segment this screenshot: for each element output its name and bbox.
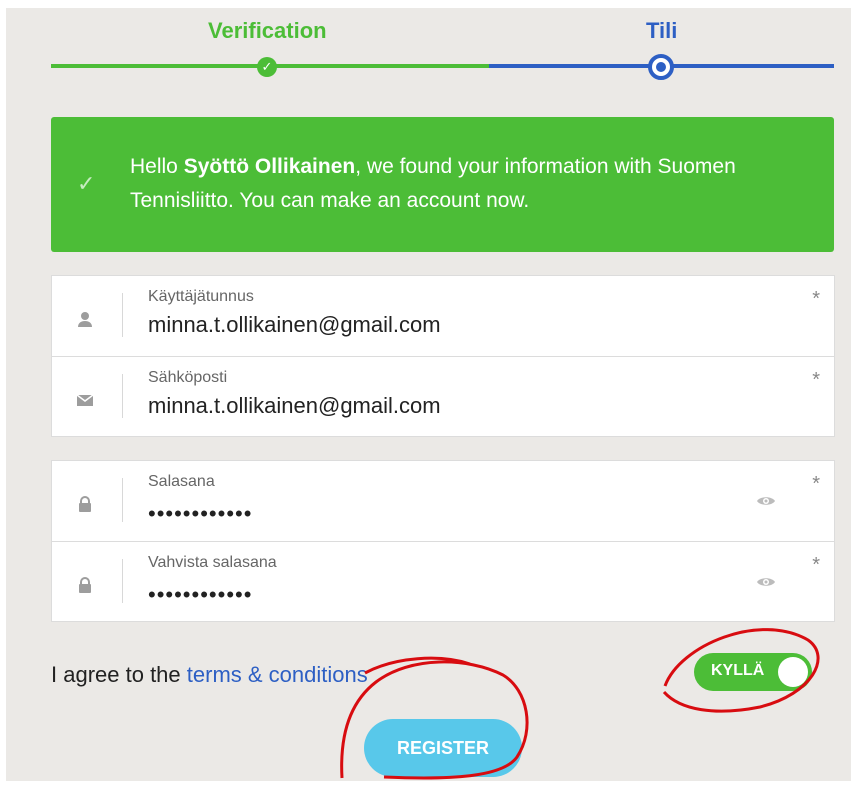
field-divider <box>122 293 123 337</box>
password-field[interactable]: Salasana •••••••••••• * <box>52 461 834 541</box>
toggle-label: KYLLÄ <box>711 662 765 679</box>
required-mark: * <box>812 288 820 310</box>
username-value[interactable]: minna.t.ollikainen@gmail.com <box>148 312 441 338</box>
password-label: Salasana <box>148 473 215 490</box>
confirm-password-label: Vahvista salasana <box>148 554 277 571</box>
terms-agreement: I agree to the terms & conditions <box>51 662 368 687</box>
toggle-knob[interactable] <box>778 657 808 687</box>
eye-icon[interactable] <box>756 575 776 594</box>
banner-message: Hello Syöttö Ollikainen, we found your i… <box>130 155 736 212</box>
email-value[interactable]: minna.t.ollikainen@gmail.com <box>148 393 441 419</box>
user-icon <box>76 310 94 328</box>
step-verification-label: Verification <box>208 18 327 43</box>
required-mark: * <box>812 473 820 495</box>
envelope-icon <box>76 391 94 409</box>
username-field[interactable]: Käyttäjätunnus minna.t.ollikainen@gmail.… <box>52 276 834 356</box>
field-divider <box>122 559 123 603</box>
required-mark: * <box>812 554 820 576</box>
password-fields-group: Salasana •••••••••••• * Vahvista salasan… <box>51 460 835 622</box>
terms-link[interactable]: terms & conditions <box>187 662 368 687</box>
confirm-password-value[interactable]: •••••••••••• <box>148 582 252 608</box>
password-value[interactable]: •••••••••••• <box>148 501 252 527</box>
current-step-icon <box>648 54 674 80</box>
check-icon: ✓ <box>77 171 96 196</box>
register-button[interactable]: REGISTER <box>364 719 522 777</box>
confirm-password-field[interactable]: Vahvista salasana •••••••••••• * <box>52 541 834 622</box>
registration-panel: Verification Tili ✓ ✓ Hello Syöttö Ollik… <box>6 8 851 781</box>
required-mark: * <box>812 369 820 391</box>
email-label: Sähköposti <box>148 369 228 386</box>
email-field[interactable]: Sähköposti minna.t.ollikainen@gmail.com … <box>52 356 834 437</box>
field-divider <box>122 478 123 522</box>
step-account-label: Tili <box>646 18 678 43</box>
username-label: Käyttäjätunnus <box>148 288 254 305</box>
check-icon: ✓ <box>257 57 277 77</box>
agree-toggle[interactable]: KYLLÄ <box>694 653 812 691</box>
lock-icon <box>76 576 94 594</box>
success-banner: ✓ Hello Syöttö Ollikainen, we found your… <box>51 117 834 252</box>
eye-icon[interactable] <box>756 494 776 513</box>
user-name: Syöttö Ollikainen <box>183 155 356 178</box>
account-fields-group: Käyttäjätunnus minna.t.ollikainen@gmail.… <box>51 275 835 437</box>
lock-icon <box>76 495 94 513</box>
field-divider <box>122 374 123 418</box>
